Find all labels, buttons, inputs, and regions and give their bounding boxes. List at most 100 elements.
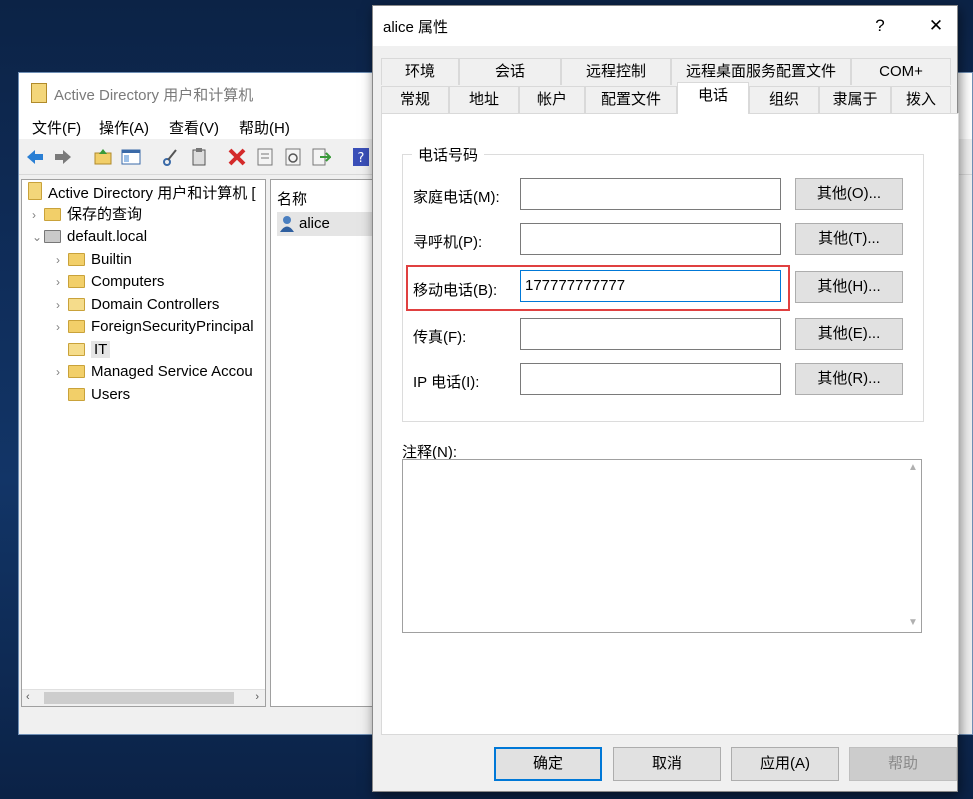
ad-window-title: Active Directory 用户和计算机: [54, 87, 254, 104]
chevron-right-icon[interactable]: ›: [56, 361, 68, 383]
tree-pane: Active Directory 用户和计算机 [ › 保存的查询 ⌄ defaul…: [21, 179, 266, 707]
folder-icon: [68, 320, 85, 333]
tab-telephones[interactable]: 电话: [677, 82, 749, 114]
tab-account[interactable]: 帐户: [519, 86, 585, 113]
pager-other-button[interactable]: 其他(T)...: [795, 223, 903, 255]
forward-arrow-icon[interactable]: [53, 148, 73, 166]
ad-app-icon: [31, 83, 47, 103]
tree-root-label: Active Directory 用户和计算机 [: [48, 185, 256, 202]
ip-phone-label: IP 电话(I):: [413, 374, 480, 391]
tree-item-label: 保存的查询: [67, 206, 143, 223]
chevron-right-icon[interactable]: ›: [56, 271, 68, 293]
close-icon: ✕: [928, 16, 944, 35]
close-button[interactable]: ✕: [921, 12, 951, 40]
up-folder-icon[interactable]: [93, 148, 113, 166]
tree-item-computers[interactable]: › Computers: [56, 271, 164, 293]
tab-com-plus[interactable]: COM+: [851, 58, 951, 85]
delete-icon[interactable]: [227, 148, 247, 166]
tree-item-managed-service[interactable]: › Managed Service Accou: [56, 361, 253, 383]
folder-icon: [68, 388, 85, 401]
show-tree-icon[interactable]: [121, 148, 141, 166]
tree-item-default-local[interactable]: ⌄ default.local: [32, 226, 147, 248]
chevron-right-icon[interactable]: ›: [56, 316, 68, 338]
export-icon[interactable]: [311, 148, 331, 166]
tab-dial-in[interactable]: 拨入: [891, 86, 951, 113]
tree-horizontal-scrollbar[interactable]: ‹ ›: [22, 689, 265, 706]
menu-view[interactable]: 查看(V): [169, 117, 219, 138]
list-item-label: alice: [299, 215, 330, 232]
tab-rds-profile[interactable]: 远程桌面服务配置文件: [671, 58, 851, 85]
tab-general[interactable]: 常规: [381, 86, 449, 113]
chevron-right-icon[interactable]: ›: [56, 294, 68, 316]
mobile-phone-label: 移动电话(B):: [413, 282, 498, 299]
mobile-phone-input[interactable]: 177777777777: [520, 270, 781, 302]
tab-sessions[interactable]: 会话: [459, 58, 561, 85]
ad-root-icon: [28, 182, 42, 200]
mobile-phone-other-button[interactable]: 其他(H)...: [795, 271, 903, 303]
fax-input[interactable]: [520, 318, 781, 350]
folder-icon: [68, 275, 85, 288]
tab-profile[interactable]: 配置文件: [585, 86, 677, 113]
ip-phone-input[interactable]: [520, 363, 781, 395]
tab-environment[interactable]: 环境: [381, 58, 459, 85]
domain-icon: [44, 230, 61, 243]
tree-root[interactable]: Active Directory 用户和计算机 [: [28, 182, 256, 204]
back-arrow-icon[interactable]: [25, 148, 45, 166]
home-phone-other-button[interactable]: 其他(O)...: [795, 178, 903, 210]
tree-item-domain-controllers[interactable]: › Domain Controllers: [56, 294, 219, 316]
tab-organization[interactable]: 组织: [749, 86, 819, 113]
ou-folder-icon: [68, 343, 85, 356]
ip-phone-other-button[interactable]: 其他(R)...: [795, 363, 903, 395]
scrollbar-thumb[interactable]: [44, 692, 234, 704]
tree-item-label: Computers: [91, 273, 165, 290]
help-dialog-button[interactable]: 帮助: [849, 747, 957, 781]
chevron-down-icon[interactable]: ▼: [908, 617, 918, 628]
tree-item-label: Managed Service Accou: [91, 363, 253, 380]
fax-other-button[interactable]: 其他(E)...: [795, 318, 903, 350]
pager-input[interactable]: [520, 223, 781, 255]
home-phone-label: 家庭电话(M):: [413, 189, 500, 206]
menu-action[interactable]: 操作(A): [99, 117, 149, 138]
properties-dialog: alice 属性 ? ✕ 环境 会话 远程控制 远程桌面服务配置文件 COM+ …: [372, 5, 959, 792]
help-icon[interactable]: ?: [351, 148, 371, 166]
desktop: { "ad_window": { "title": "Active Direct…: [0, 0, 973, 799]
fax-label: 传真(F):: [413, 329, 467, 346]
help-button[interactable]: ?: [865, 12, 895, 40]
tree-item-it[interactable]: IT: [56, 339, 111, 361]
notes-textarea[interactable]: ▲ ▼: [402, 459, 922, 633]
notes-vertical-scrollbar[interactable]: ▲ ▼: [904, 460, 921, 632]
apply-button[interactable]: 应用(A): [731, 747, 839, 781]
tab-member-of[interactable]: 隶属于: [819, 86, 891, 113]
cut-icon[interactable]: [161, 148, 181, 166]
scroll-left-icon[interactable]: ‹: [26, 691, 30, 703]
tree-item-saved-queries[interactable]: › 保存的查询: [32, 204, 142, 226]
menu-file[interactable]: 文件(F): [32, 117, 81, 138]
chevron-right-icon[interactable]: ›: [56, 249, 68, 271]
dialog-title: alice 属性: [383, 19, 449, 36]
refresh-icon[interactable]: [283, 148, 303, 166]
folder-icon: [68, 365, 85, 378]
folder-icon: [44, 208, 61, 221]
tree-item-label: Users: [91, 386, 131, 403]
home-phone-input[interactable]: [520, 178, 781, 210]
scroll-right-icon[interactable]: ›: [255, 691, 259, 703]
tree-item-users[interactable]: Users: [56, 384, 130, 406]
ou-folder-icon: [68, 298, 85, 311]
tree-item-builtin[interactable]: › Builtin: [56, 249, 132, 271]
paste-icon[interactable]: [189, 148, 209, 166]
properties-icon[interactable]: [255, 148, 275, 166]
chevron-right-icon[interactable]: ›: [32, 204, 44, 226]
tab-address[interactable]: 地址: [449, 86, 519, 113]
chevron-up-icon[interactable]: ▲: [908, 462, 918, 473]
tree-item-foreign-security[interactable]: › ForeignSecurityPrincipal: [56, 316, 254, 338]
chevron-down-icon[interactable]: ⌄: [32, 226, 44, 248]
folder-icon: [68, 253, 85, 266]
dialog-title-bar: alice 属性 ? ✕: [373, 6, 957, 46]
menu-help[interactable]: 帮助(H): [239, 117, 290, 138]
column-header-name[interactable]: 名称: [277, 188, 307, 209]
ok-button[interactable]: 确定: [494, 747, 602, 781]
tree-item-label: IT: [91, 341, 111, 358]
tab-remote-control[interactable]: 远程控制: [561, 58, 671, 85]
tree-item-label: Builtin: [91, 251, 132, 268]
cancel-button[interactable]: 取消: [613, 747, 721, 781]
